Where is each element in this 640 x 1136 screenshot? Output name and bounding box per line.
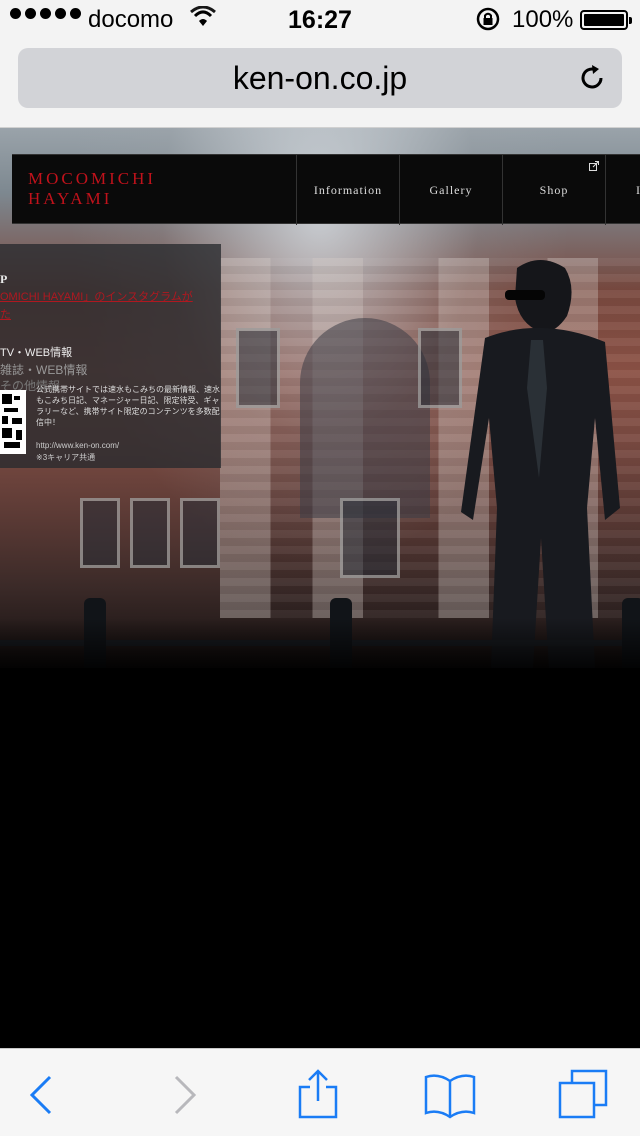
battery-percent: 100% — [512, 6, 574, 33]
instagram-link[interactable]: OMICHI HAYAMI」のインスタグラムが — [0, 290, 215, 304]
building-window — [180, 498, 220, 568]
mobile-site-description: 公式携帯サイトでは速水もこみちの最新情報、速水もこみち日記、マネージャー日記、限… — [36, 385, 220, 427]
address-bar[interactable]: ken-on.co.jp — [18, 48, 622, 108]
mobile-site-url[interactable]: http://www.ken-on.com/ — [36, 441, 119, 450]
back-icon[interactable] — [16, 1069, 68, 1121]
battery-icon — [580, 10, 632, 30]
person-silhouette — [461, 260, 620, 668]
nav-shop[interactable]: Shop — [502, 155, 605, 225]
building-arch — [300, 318, 430, 518]
mobile-site-note: ※3キャリア共通 — [36, 453, 96, 462]
site-header: MOCOMICHI HAYAMI Information Gallery Sho… — [12, 154, 640, 225]
logo-line-2: HAYAMI — [28, 189, 113, 208]
url-text[interactable]: ken-on.co.jp — [18, 60, 622, 97]
site-logo[interactable]: MOCOMICHI HAYAMI — [28, 169, 156, 209]
bookmarks-icon[interactable] — [424, 1069, 476, 1121]
browser-toolbar — [0, 1048, 640, 1136]
nav-partial-label: I — [636, 182, 640, 197]
building-window — [130, 498, 170, 568]
qr-code-icon — [0, 390, 26, 454]
hero-fade — [0, 618, 640, 678]
panel-heading: P — [0, 272, 8, 286]
nav-shop-label: Shop — [539, 182, 569, 197]
tv-web-link[interactable]: TV・WEB情報 — [0, 344, 72, 360]
forward-icon[interactable] — [158, 1069, 210, 1121]
nav-item-partial[interactable]: I — [605, 155, 640, 225]
building-window — [340, 498, 400, 578]
orientation-lock-icon — [476, 7, 500, 31]
site-nav: Information Gallery Shop I — [296, 155, 640, 225]
tabs-icon[interactable] — [558, 1069, 610, 1121]
share-icon[interactable] — [292, 1069, 344, 1121]
instagram-link-continued[interactable]: た — [0, 306, 11, 322]
magazine-link[interactable]: 雑誌・WEB情報 — [0, 361, 87, 378]
logo-line-1: MOCOMICHI — [28, 169, 157, 188]
info-panel: P OMICHI HAYAMI」のインスタグラムが た TV・WEB情報 雑誌・… — [0, 244, 221, 468]
nav-gallery[interactable]: Gallery — [399, 155, 502, 225]
web-content: MOCOMICHI HAYAMI Information Gallery Sho… — [0, 128, 640, 1048]
status-bar: docomo 16:27 100% — [0, 0, 640, 40]
building-window — [236, 328, 280, 408]
reload-icon[interactable] — [576, 62, 608, 94]
browser-address-area: ken-on.co.jp — [0, 40, 640, 128]
nav-information[interactable]: Information — [296, 155, 399, 225]
building-window — [80, 498, 120, 568]
external-link-icon — [589, 161, 599, 171]
